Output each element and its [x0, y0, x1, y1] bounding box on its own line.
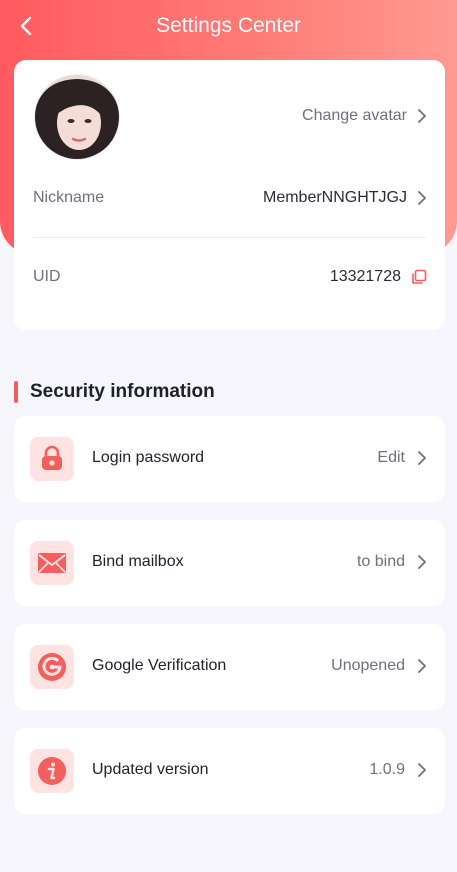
menu-label: Login password: [92, 449, 205, 466]
lock-icon: [30, 437, 74, 481]
change-avatar-label: Change avatar: [302, 107, 407, 124]
uid-label: UID: [33, 268, 61, 285]
menu-label: Google Verification: [92, 657, 227, 674]
chevron-right-icon: [418, 555, 426, 569]
chevron-right-icon: [418, 659, 426, 673]
menu-label: Bind mailbox: [92, 553, 184, 570]
login-password-item[interactable]: Login password Edit: [14, 416, 445, 502]
divider: [33, 237, 426, 238]
bind-mailbox-item[interactable]: Bind mailbox to bind: [14, 520, 445, 606]
change-avatar-row[interactable]: Change avatar: [302, 107, 427, 125]
copy-icon: [412, 269, 427, 284]
menu-value-group: to bind: [357, 553, 427, 571]
menu-value: Unopened: [331, 657, 405, 674]
avatar[interactable]: [34, 74, 120, 160]
avatar-image: [35, 75, 119, 159]
section-title: Security information: [30, 381, 215, 402]
profile-card: Change avatar Nickname MemberNNGHTJGJ UI…: [14, 60, 445, 330]
nickname-label: Nickname: [33, 189, 105, 206]
chevron-right-icon: [418, 763, 426, 777]
uid-row: 13321728: [330, 268, 427, 286]
chevron-right-icon: [418, 451, 426, 465]
copy-button[interactable]: [411, 269, 427, 285]
google-verification-item[interactable]: Google Verification Unopened: [14, 624, 445, 710]
menu-value: 1.0.9: [369, 761, 405, 778]
mail-icon: [30, 541, 74, 585]
security-section-header: Security information: [14, 380, 215, 404]
updated-version-item[interactable]: Updated version 1.0.9: [14, 728, 445, 814]
menu-value-group: Edit: [377, 449, 427, 467]
menu-value-group: Unopened: [331, 657, 427, 675]
chevron-right-icon: [418, 191, 426, 205]
google-verification-icon: [30, 645, 74, 689]
menu-value: Edit: [377, 449, 405, 466]
menu-value-group: 1.0.9: [369, 761, 427, 779]
menu-label: Updated version: [92, 761, 209, 778]
section-accent-bar: [14, 381, 18, 403]
menu-value: to bind: [356, 553, 405, 570]
nickname-value: MemberNNGHTJGJ: [262, 189, 407, 206]
chevron-right-icon: [418, 109, 426, 123]
info-icon: [30, 749, 74, 793]
top-bar: Settings Center: [0, 0, 457, 54]
nickname-row[interactable]: MemberNNGHTJGJ: [263, 189, 427, 207]
uid-value: 13321728: [329, 268, 401, 285]
page-title: Settings Center: [156, 14, 301, 37]
